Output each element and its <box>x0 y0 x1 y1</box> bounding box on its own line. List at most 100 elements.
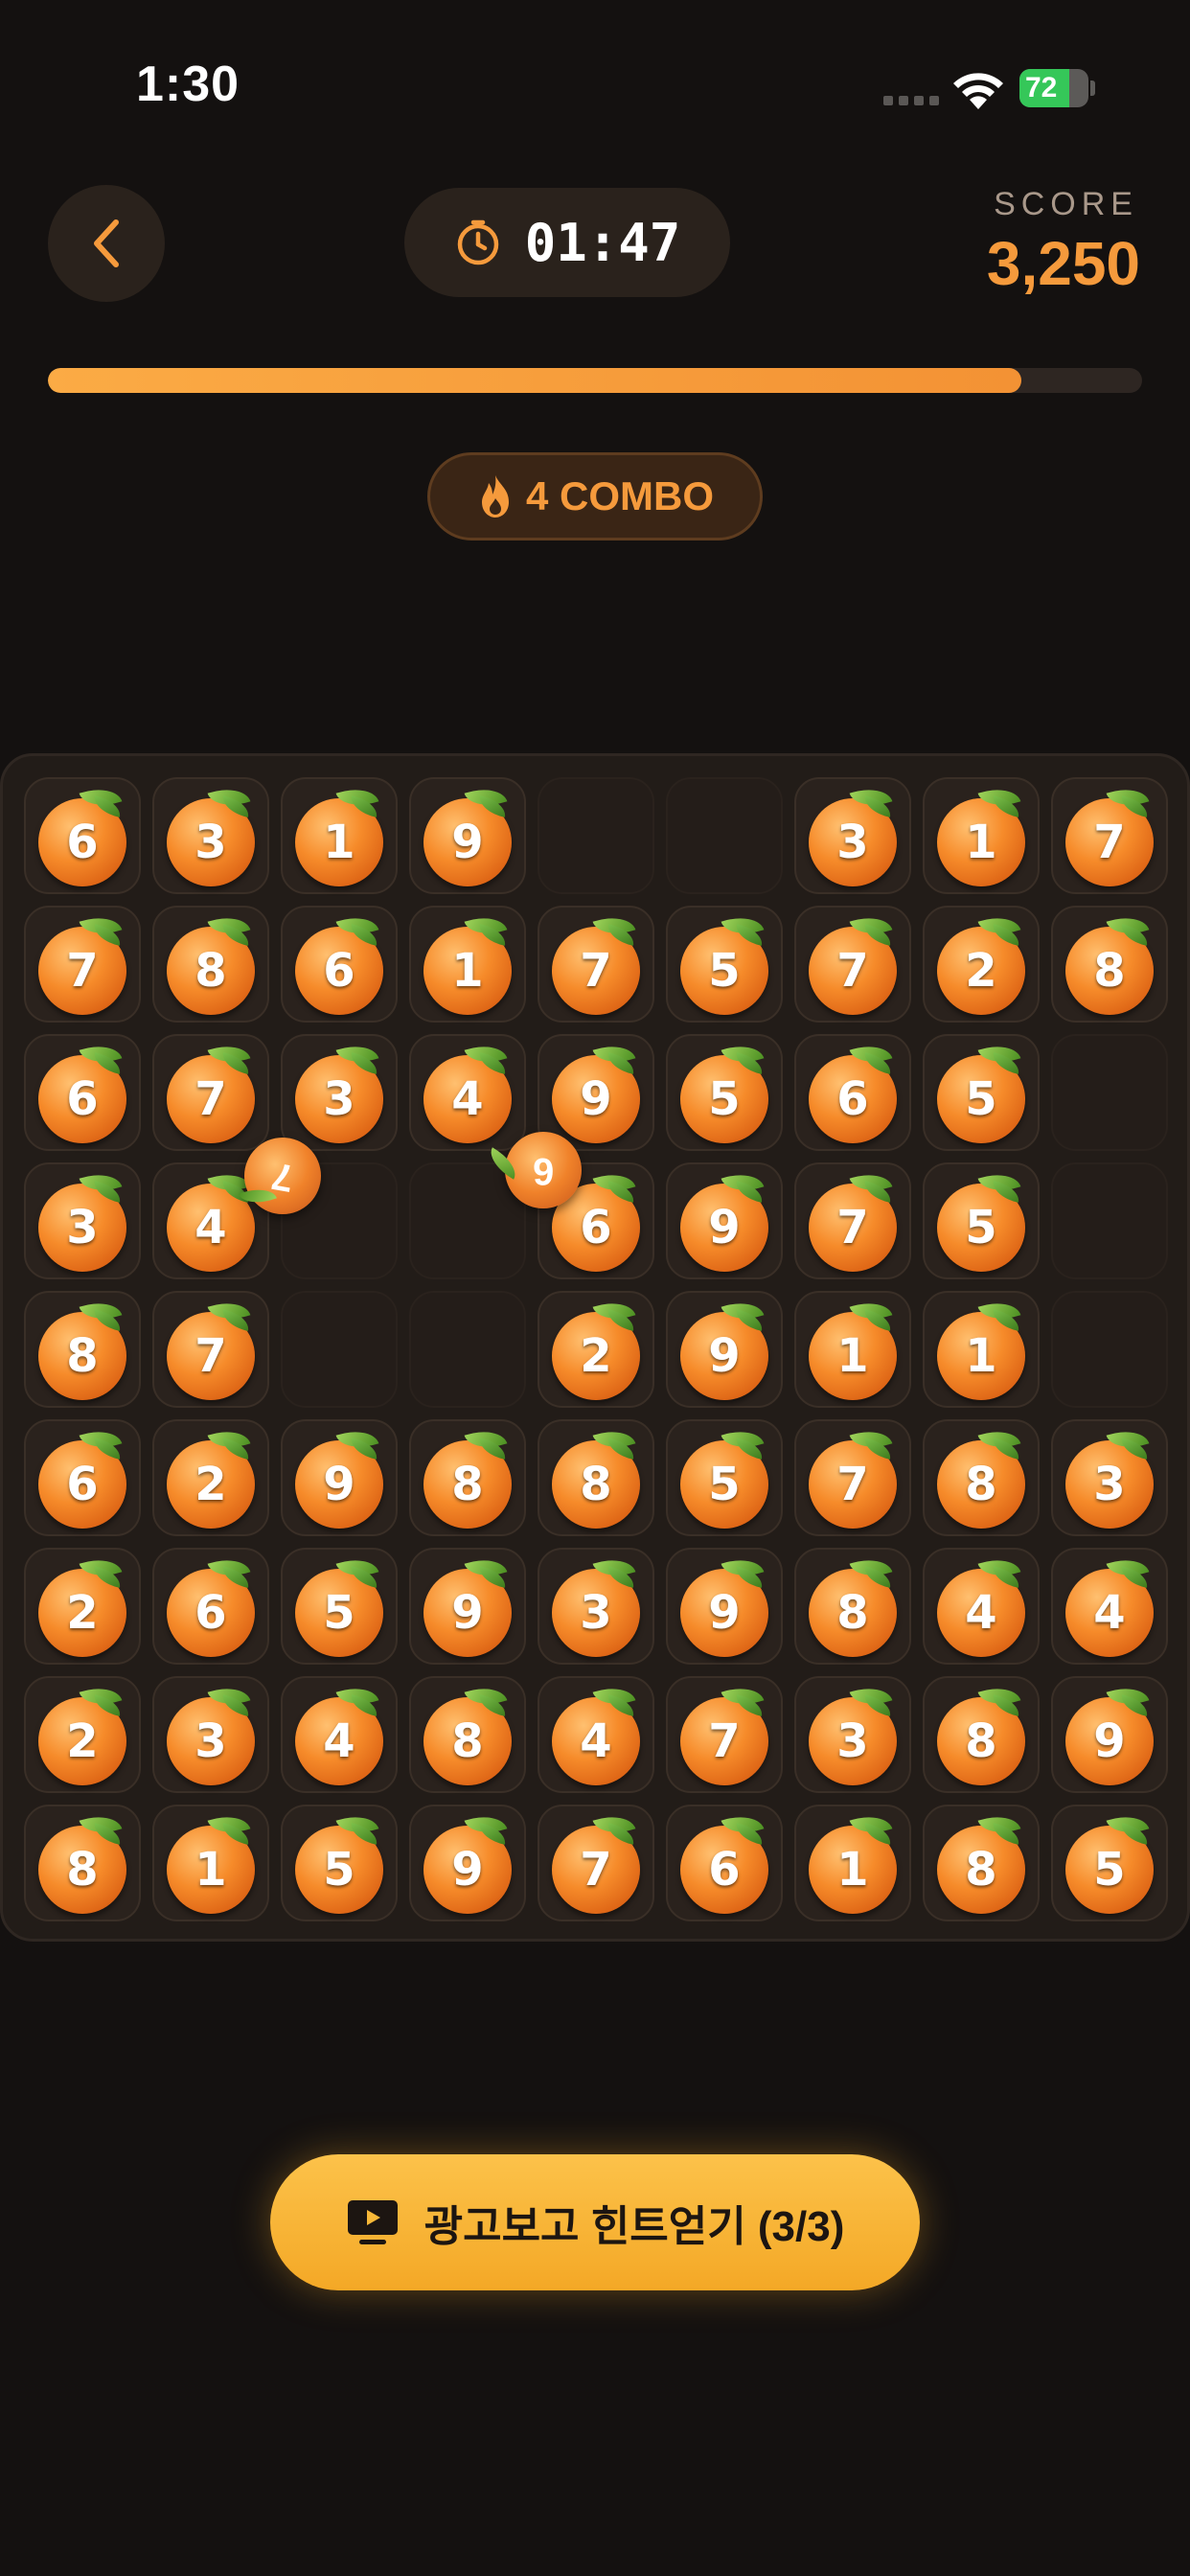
wifi-icon <box>953 73 1003 109</box>
fruit-tile[interactable]: 3 <box>794 1676 911 1793</box>
fruit-tile[interactable]: 9 <box>281 1419 398 1536</box>
fruit-tile[interactable]: 8 <box>923 1805 1040 1921</box>
fruit-tile[interactable]: 1 <box>281 777 398 894</box>
fruit-tile[interactable]: 3 <box>152 777 269 894</box>
tile-number: 1 <box>965 816 997 869</box>
fruit-tile[interactable]: 4 <box>409 1034 526 1151</box>
fruit-tile[interactable]: 3 <box>1051 1419 1168 1536</box>
stopwatch-icon <box>457 219 498 265</box>
fruit-tile[interactable]: 4 <box>1051 1548 1168 1665</box>
flying-fruit-number: 7 <box>268 1153 297 1200</box>
fruit-tile[interactable]: 8 <box>24 1805 141 1921</box>
fruit-tile[interactable]: 1 <box>923 777 1040 894</box>
fruit-tile[interactable]: 8 <box>538 1419 654 1536</box>
fruit-tile[interactable]: 2 <box>923 906 1040 1023</box>
fruit-tile[interactable]: 9 <box>409 777 526 894</box>
tile-number: 9 <box>580 1072 612 1126</box>
fruit-tile[interactable]: 8 <box>409 1419 526 1536</box>
fruit-tile[interactable]: 5 <box>666 1419 783 1536</box>
watch-ad-hint-button[interactable]: 광고보고 힌트얻기 (3/3) <box>270 2154 920 2290</box>
fruit-tile[interactable]: 4 <box>923 1548 1040 1665</box>
fruit-tile[interactable]: 3 <box>152 1676 269 1793</box>
fruit-tile[interactable]: 1 <box>152 1805 269 1921</box>
fruit-tile[interactable]: 8 <box>152 906 269 1023</box>
fruit-tile[interactable]: 7 <box>666 1676 783 1793</box>
fruit-tile[interactable]: 7 <box>152 1034 269 1151</box>
tile-number: 1 <box>836 1329 869 1383</box>
fruit-tile[interactable]: 3 <box>281 1034 398 1151</box>
empty-cell <box>666 777 783 894</box>
fruit-tile[interactable]: 3 <box>538 1548 654 1665</box>
cellular-signal-icon <box>883 96 939 105</box>
fruit-tile[interactable]: 4 <box>538 1676 654 1793</box>
fruit-tile[interactable]: 5 <box>1051 1805 1168 1921</box>
tile-number: 4 <box>580 1714 612 1768</box>
back-button[interactable] <box>48 185 165 302</box>
status-time: 1:30 <box>136 57 240 112</box>
fruit-tile[interactable]: 6 <box>281 906 398 1023</box>
fruit-tile[interactable]: 1 <box>794 1805 911 1921</box>
tile-number: 6 <box>708 1843 741 1897</box>
tile-number: 8 <box>965 1843 997 1897</box>
fruit-tile[interactable]: 5 <box>923 1034 1040 1151</box>
fruit-tile[interactable]: 5 <box>281 1805 398 1921</box>
tile-number: 3 <box>1093 1458 1126 1511</box>
fruit-tile[interactable]: 2 <box>24 1676 141 1793</box>
tile-number: 8 <box>965 1714 997 1768</box>
fruit-tile[interactable]: 2 <box>152 1419 269 1536</box>
fruit-tile[interactable]: 7 <box>538 1805 654 1921</box>
time-progress-fill <box>48 368 1022 393</box>
fruit-tile[interactable]: 7 <box>794 906 911 1023</box>
fruit-tile[interactable]: 1 <box>923 1291 1040 1408</box>
fruit-tile[interactable]: 5 <box>281 1548 398 1665</box>
fruit-tile[interactable]: 7 <box>24 906 141 1023</box>
tile-number: 8 <box>66 1843 99 1897</box>
tile-number: 9 <box>708 1586 741 1640</box>
fruit-tile[interactable]: 7 <box>1051 777 1168 894</box>
fruit-tile[interactable]: 6 <box>666 1805 783 1921</box>
fruit-tile[interactable]: 9 <box>409 1805 526 1921</box>
fruit-tile[interactable]: 8 <box>1051 906 1168 1023</box>
tile-number: 9 <box>451 1843 484 1897</box>
fruit-tile[interactable]: 3 <box>24 1162 141 1279</box>
fruit-tile[interactable]: 1 <box>409 906 526 1023</box>
fruit-tile[interactable]: 6 <box>794 1034 911 1151</box>
empty-cell <box>281 1291 398 1408</box>
tile-number: 7 <box>836 1458 869 1511</box>
fruit-tile[interactable]: 7 <box>794 1162 911 1279</box>
fruit-tile[interactable]: 6 <box>24 1034 141 1151</box>
fruit-tile[interactable]: 3 <box>794 777 911 894</box>
fruit-tile[interactable]: 2 <box>24 1548 141 1665</box>
fruit-tile[interactable]: 8 <box>794 1548 911 1665</box>
fruit-tile[interactable]: 9 <box>1051 1676 1168 1793</box>
fruit-tile[interactable]: 8 <box>923 1419 1040 1536</box>
fruit-tile[interactable]: 9 <box>666 1291 783 1408</box>
fruit-tile[interactable]: 9 <box>666 1548 783 1665</box>
fruit-tile[interactable]: 7 <box>794 1419 911 1536</box>
fruit-tile[interactable]: 7 <box>152 1291 269 1408</box>
fruit-tile[interactable]: 6 <box>24 1419 141 1536</box>
fruit-tile[interactable]: 5 <box>666 1034 783 1151</box>
fruit-tile[interactable]: 1 <box>794 1291 911 1408</box>
fruit-tile[interactable]: 6 <box>152 1548 269 1665</box>
combo-badge: 4 COMBO <box>427 452 763 540</box>
fruit-tile[interactable]: 2 <box>538 1291 654 1408</box>
tile-number: 8 <box>451 1458 484 1511</box>
fruit-tile[interactable]: 7 <box>538 906 654 1023</box>
fruit-tile[interactable]: 5 <box>923 1162 1040 1279</box>
fruit-tile[interactable]: 6 <box>24 777 141 894</box>
fruit-tile[interactable]: 8 <box>409 1676 526 1793</box>
fruit-tile[interactable]: 5 <box>666 906 783 1023</box>
fruit-tile[interactable]: 4 <box>281 1676 398 1793</box>
tile-number: 8 <box>451 1714 484 1768</box>
tile-number: 1 <box>451 944 484 998</box>
tile-number: 1 <box>323 816 355 869</box>
fruit-tile[interactable]: 8 <box>923 1676 1040 1793</box>
tile-number: 5 <box>1093 1843 1126 1897</box>
tile-number: 7 <box>195 1072 227 1126</box>
tile-number: 7 <box>195 1329 227 1383</box>
fruit-tile[interactable]: 9 <box>666 1162 783 1279</box>
fruit-tile[interactable]: 9 <box>409 1548 526 1665</box>
play-video-icon <box>347 2200 398 2244</box>
fruit-tile[interactable]: 8 <box>24 1291 141 1408</box>
